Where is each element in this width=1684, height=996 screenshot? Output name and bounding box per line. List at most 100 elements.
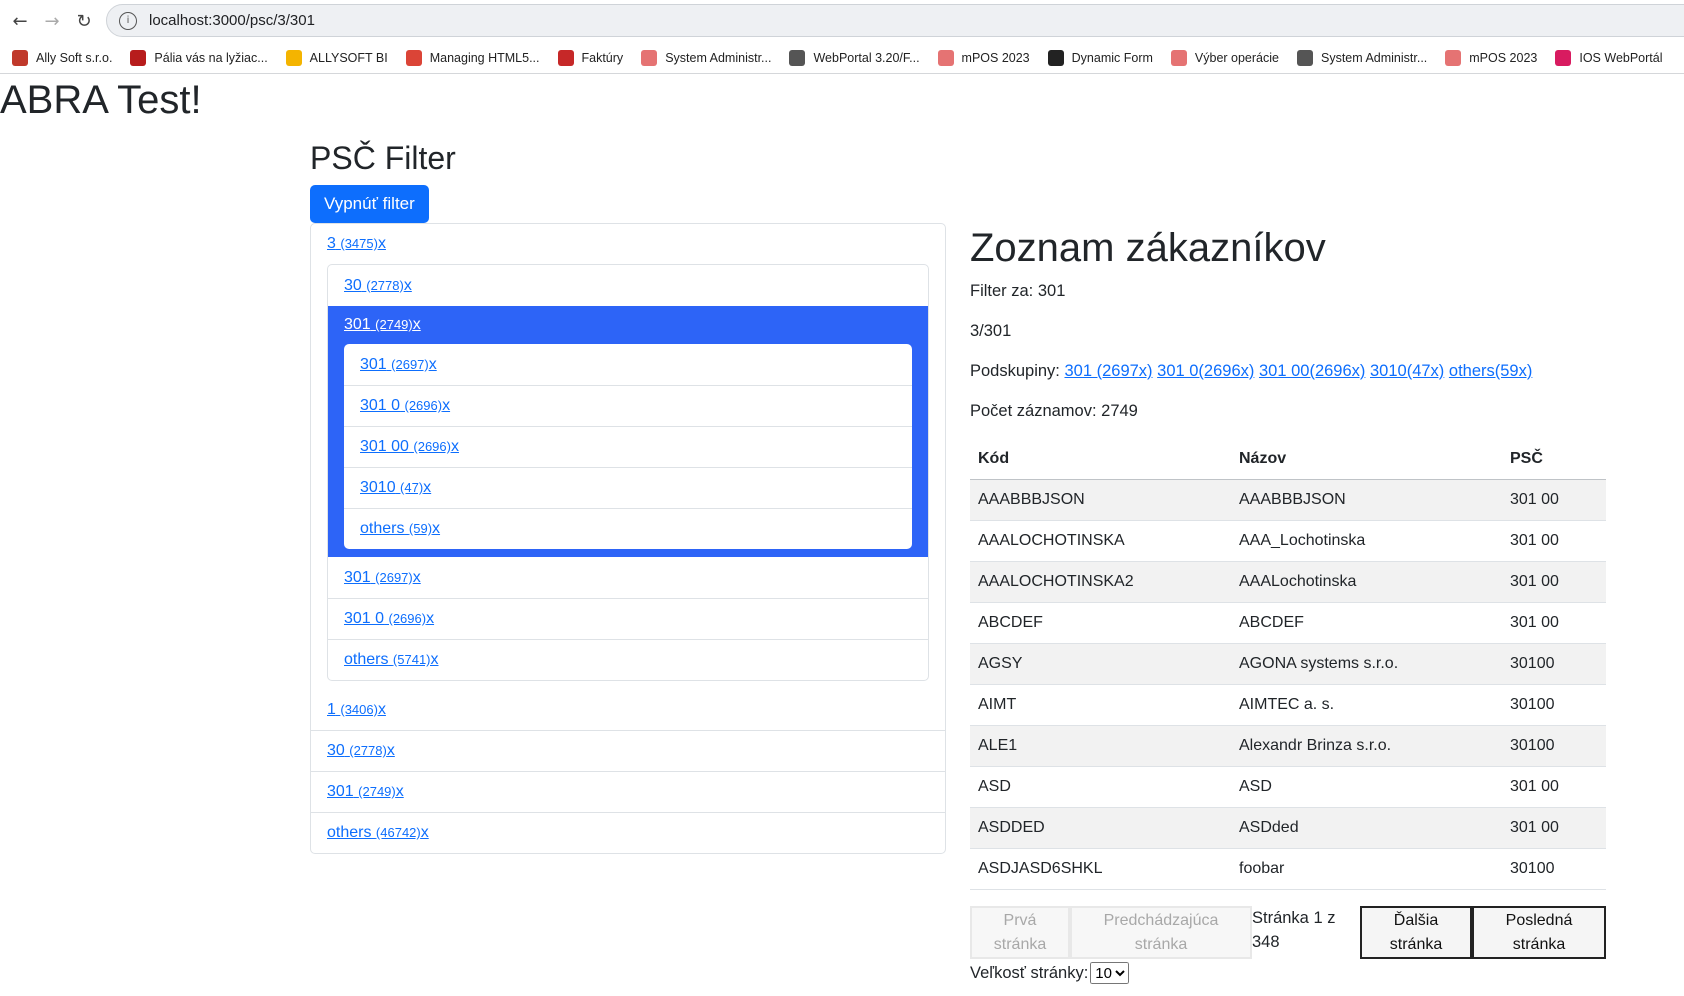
tree-top-level: 1 (3406)x 30 (2778)x 301 (2749)x others (46… <box>311 689 945 853</box>
subgroup-link[interactable]: 301 0(2696x) <box>1157 362 1254 380</box>
bookmark-item[interactable]: Pália vás na lyžiac... <box>130 49 268 66</box>
previous-page-button[interactable]: Predchádzajúca stránka <box>1070 906 1252 959</box>
tree-link[interactable]: 301 (2749)x <box>327 783 404 801</box>
bookmark-item[interactable]: Managing HTML5... <box>405 49 540 66</box>
tree-link-active[interactable]: 301 (2749)x <box>344 316 421 334</box>
column-header-nazov[interactable]: Názov <box>1231 439 1502 480</box>
cell-psc: 301 00 <box>1502 807 1606 849</box>
cell-kod: AAABBBJSON <box>970 479 1231 521</box>
cell-psc: 301 00 <box>1502 479 1606 521</box>
tree-item: 30 (2778)x <box>328 265 928 306</box>
abra-icon <box>641 49 658 66</box>
back-arrow-icon[interactable]: ← <box>8 9 32 33</box>
last-page-button[interactable]: Posledná stránka <box>1472 906 1606 959</box>
cell-nazov: AAABBBJSON <box>1231 479 1502 521</box>
tree-item: 301 (2749)x <box>311 771 945 812</box>
table-row[interactable]: AGSY AGONA systems s.r.o. 30100 <box>970 643 1606 685</box>
tree-link[interactable]: 30 (2778)x <box>344 277 412 295</box>
table-row[interactable]: AAALOCHOTINSKA AAA_Lochotinska 301 00 <box>970 520 1606 562</box>
table-row[interactable]: ASD ASD 301 00 <box>970 766 1606 808</box>
tree-link[interactable]: 3010 (47)x <box>360 479 431 497</box>
cell-kod: ALE1 <box>970 725 1231 767</box>
bookmark-item[interactable]: WebPortal 3.20/F... <box>789 49 920 66</box>
site-info-icon[interactable]: i <box>119 11 137 30</box>
tree-link[interactable]: 1 (3406)x <box>327 701 386 719</box>
tree-item: 1 (3406)x <box>311 689 945 730</box>
table-row[interactable]: ASDDED ASDded 301 00 <box>970 807 1606 849</box>
filter-title: PSČ Filter <box>310 140 456 176</box>
cell-nazov: Alexandr Brinza s.r.o. <box>1231 725 1502 767</box>
tree-link[interactable]: 3 (3475)x <box>327 235 386 253</box>
subgroup-link[interactable]: 3010(47x) <box>1370 362 1444 380</box>
cell-psc: 30100 <box>1502 725 1606 767</box>
bookmark-label: IOS WebPortál <box>1579 50 1663 65</box>
page-size-label: Veľkosť stránky: <box>970 963 1089 982</box>
bookmark-item[interactable]: System Administr... <box>641 49 772 66</box>
column-header-psc[interactable]: PSČ <box>1502 439 1606 480</box>
tree-link[interactable]: 30 (2778)x <box>327 742 395 760</box>
tree-link[interactable]: 301 0 (2696)x <box>360 397 450 415</box>
tree-link[interactable]: 301 00 (2696)x <box>360 438 459 456</box>
cell-psc: 30100 <box>1502 684 1606 726</box>
tree-link[interactable]: others (46742)x <box>327 824 429 842</box>
bookmark-label: System Administr... <box>665 50 772 65</box>
tree-link[interactable]: 301 0 (2696)x <box>344 610 434 628</box>
ally-soft-icon <box>12 49 28 66</box>
abra-icon <box>1445 49 1462 66</box>
cell-nazov: ABCDEF <box>1231 602 1502 644</box>
github-icon <box>1047 49 1064 66</box>
toggle-filter-button[interactable]: Vypnúť filter <box>310 185 429 223</box>
next-page-button[interactable]: Ďalšia stránka <box>1360 906 1472 959</box>
table-row[interactable]: AAABBBJSON AAABBBJSON 301 00 <box>970 479 1606 521</box>
url-text[interactable]: localhost:3000/psc/3/301 <box>149 12 315 29</box>
bookmark-item[interactable]: System Administr... <box>1296 49 1427 66</box>
table-row[interactable]: AAALOCHOTINSKA2 AAALochotinska 301 00 <box>970 561 1606 603</box>
list-title: Zoznam zákazníkov <box>970 226 1326 270</box>
forward-arrow-icon[interactable]: → <box>40 9 64 33</box>
tree-item: others (46742)x <box>311 812 945 853</box>
bookmark-item[interactable]: ALLYSOFT BI <box>285 49 388 66</box>
active-subgroup: 301 (2697)x 301 0 (2696)x 301 00 (2696)x 30… <box>344 344 912 549</box>
cell-psc: 30100 <box>1502 848 1606 890</box>
page-size-select[interactable]: 10 <box>1090 962 1130 984</box>
tree-item: others (59)x <box>344 508 912 549</box>
abra-icon <box>1170 49 1187 66</box>
cell-nazov: foobar <box>1231 848 1502 890</box>
customers-table: Kód Názov PSČ AAABBBJSON AAABBBJSON 301 00… <box>970 439 1606 890</box>
subgroup-link[interactable]: others(59x) <box>1449 362 1532 380</box>
cell-psc: 301 00 <box>1502 520 1606 562</box>
cell-nazov: AGONA systems s.r.o. <box>1231 643 1502 685</box>
table-row[interactable]: ASDJASD6SHKL foobar 30100 <box>970 848 1606 890</box>
cell-kod: AAALOCHOTINSKA <box>970 520 1231 562</box>
active-item-header: 301 (2749)x <box>344 312 912 338</box>
table-row[interactable]: ABCDEF ABCDEF 301 00 <box>970 602 1606 644</box>
table-row[interactable]: AIMT AIMTEC a. s. 30100 <box>970 684 1606 726</box>
tree-link[interactable]: others (59)x <box>360 520 440 538</box>
first-page-button[interactable]: Prvá stránka <box>970 906 1070 959</box>
record-count: Počet záznamov: 2749 <box>970 402 1138 420</box>
subgroup-link[interactable]: 301 (2697x) <box>1064 362 1152 380</box>
invoice-icon <box>557 49 574 66</box>
bookmark-item[interactable]: mPOS 2023 <box>1445 49 1537 66</box>
tree-item: 30 (2778)x <box>311 730 945 771</box>
cell-kod: AIMT <box>970 684 1231 726</box>
bookmark-item[interactable]: IOS WebPortál <box>1555 49 1663 66</box>
cell-nazov: AAA_Lochotinska <box>1231 520 1502 562</box>
bookmark-item[interactable]: Výber operácie <box>1170 49 1279 66</box>
bookmark-item[interactable]: Dynamic Form <box>1047 49 1153 66</box>
subgroups-label: Podskupiny: <box>970 362 1060 380</box>
tree-link[interactable]: 301 (2697)x <box>344 569 421 587</box>
tree-link[interactable]: others (5741)x <box>344 651 439 669</box>
bookmark-item[interactable]: Faktúry <box>557 49 623 66</box>
tree-link[interactable]: 301 (2697)x <box>360 356 437 374</box>
bookmark-item[interactable]: Ally Soft s.r.o. <box>12 49 112 66</box>
subgroup-link[interactable]: 301 00(2696x) <box>1259 362 1365 380</box>
reload-icon[interactable]: ↻ <box>72 9 96 33</box>
address-bar[interactable]: i localhost:3000/psc/3/301 <box>106 4 1684 37</box>
bookmark-label: Výber operácie <box>1194 50 1279 65</box>
cell-psc: 301 00 <box>1502 766 1606 808</box>
bookmark-item[interactable]: mPOS 2023 <box>937 49 1030 66</box>
tree-item: 3010 (47)x <box>344 467 912 508</box>
column-header-kod[interactable]: Kód <box>970 439 1231 480</box>
table-row[interactable]: ALE1 Alexandr Brinza s.r.o. 30100 <box>970 725 1606 767</box>
